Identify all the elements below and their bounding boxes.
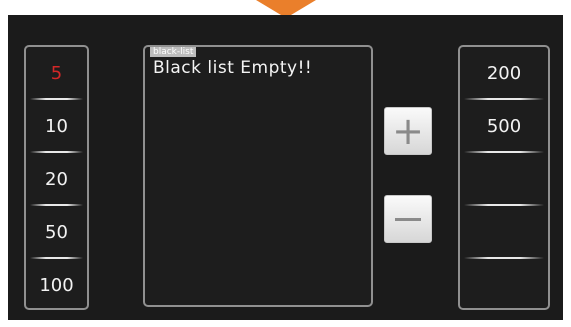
blacklist-box[interactable]: black-list Black list Empty!! bbox=[143, 45, 373, 307]
blacklist-empty-message: Black list Empty!! bbox=[153, 58, 313, 78]
right-list-item[interactable]: 500 bbox=[460, 100, 548, 153]
minus-icon bbox=[395, 217, 421, 221]
left-value-list: 5 10 20 50 100 bbox=[24, 45, 89, 310]
right-list-item[interactable] bbox=[460, 153, 548, 206]
right-list-item[interactable] bbox=[460, 259, 548, 308]
right-list-item[interactable] bbox=[460, 206, 548, 259]
left-list-item[interactable]: 5 bbox=[26, 47, 87, 100]
left-list-item[interactable]: 100 bbox=[26, 259, 87, 308]
main-panel: 5 10 20 50 100 black-list Black list Emp… bbox=[8, 15, 563, 320]
remove-button[interactable] bbox=[384, 195, 432, 243]
blacklist-tag: black-list bbox=[150, 47, 197, 57]
right-value-list: 200 500 bbox=[458, 45, 550, 310]
right-list-item[interactable]: 200 bbox=[460, 47, 548, 100]
left-list-item[interactable]: 50 bbox=[26, 206, 87, 259]
plus-icon: + bbox=[392, 109, 424, 153]
add-button[interactable]: + bbox=[384, 107, 432, 155]
left-list-item[interactable]: 10 bbox=[26, 100, 87, 153]
left-list-item[interactable]: 20 bbox=[26, 153, 87, 206]
